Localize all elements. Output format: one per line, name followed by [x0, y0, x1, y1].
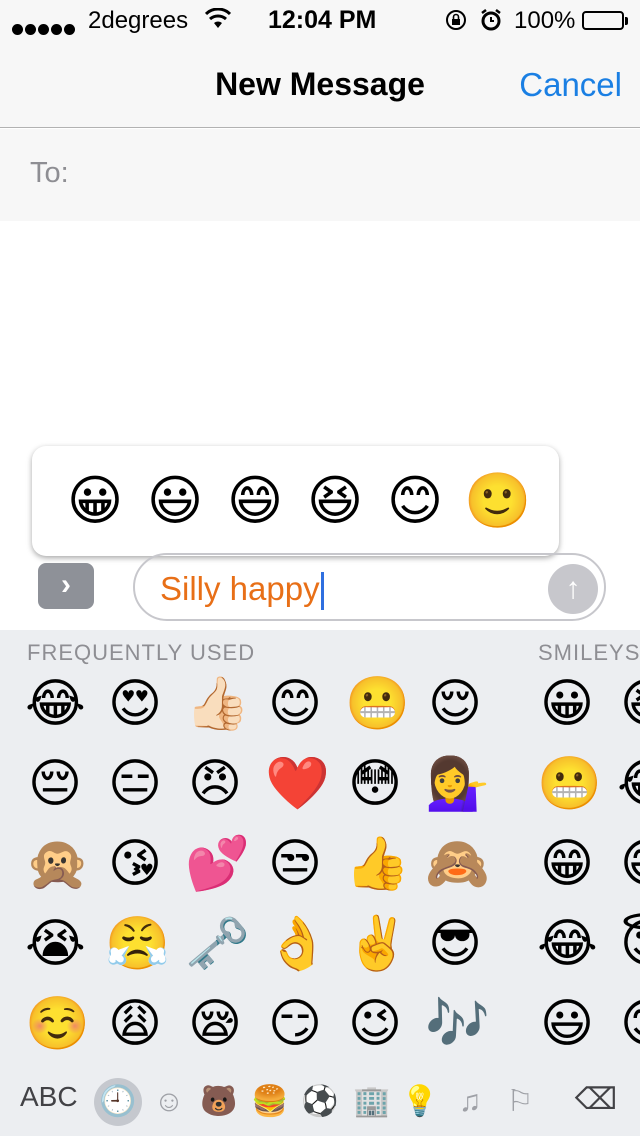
emoji-key[interactable]: 😎: [425, 914, 485, 974]
emoji-key[interactable]: 🙈: [425, 834, 490, 894]
emoji-key[interactable]: ❤️: [265, 754, 330, 814]
emoji-key[interactable]: 😔: [25, 754, 85, 814]
abc-key[interactable]: ABC: [20, 1081, 78, 1113]
status-bar: 2degrees 12:04 PM 100%: [0, 0, 640, 40]
emoji-key[interactable]: 😑: [105, 754, 165, 814]
emoji-key[interactable]: ✌️: [345, 914, 410, 974]
clock-time: 12:04 PM: [268, 6, 377, 34]
alarm-icon: [480, 8, 502, 39]
emoji-key[interactable]: 👌: [265, 914, 330, 974]
emoji-keyboard: FREQUENTLY USED SMILEYS & PEOPLE 😂😍👍🏻😊😬😌…: [0, 630, 640, 1136]
emoji-key[interactable]: 😏: [265, 994, 325, 1054]
flag-icon[interactable]: ⚐: [500, 1082, 540, 1122]
emoji-key[interactable]: 😃: [537, 994, 597, 1054]
emoji-key[interactable]: 🗝️: [185, 914, 250, 974]
building-icon[interactable]: 🏢: [352, 1082, 392, 1122]
symbols-icon[interactable]: ♫: [450, 1082, 490, 1122]
emoji-key[interactable]: 😪: [185, 994, 245, 1054]
navigation-bar: New Message Cancel: [0, 40, 640, 128]
emoji-key[interactable]: 😊: [265, 674, 325, 734]
battery-icon: [582, 11, 628, 30]
emoji-key[interactable]: 😂: [25, 674, 86, 734]
emoji-key[interactable]: 🎶: [425, 994, 490, 1054]
emoji-key[interactable]: ☺️: [25, 994, 90, 1054]
emoji-key[interactable]: 😭: [25, 914, 86, 974]
ball-icon[interactable]: ⚽: [300, 1082, 340, 1122]
suggestion-emoji[interactable]: 😀: [64, 470, 126, 532]
emoji-key[interactable]: 😉: [345, 994, 405, 1054]
signal-strength-icon: [12, 14, 77, 42]
carrier-name: 2degrees: [88, 7, 189, 34]
emoji-key[interactable]: 🙊: [25, 834, 90, 894]
animal-icon[interactable]: 🐻: [199, 1082, 239, 1122]
emoji-key[interactable]: 😆: [617, 674, 640, 734]
emoji-key[interactable]: 😬: [537, 754, 602, 814]
emoji-key[interactable]: 👍🏻: [185, 674, 250, 734]
emoji-key[interactable]: 😇: [617, 914, 640, 974]
emoji-key[interactable]: 👍: [345, 834, 410, 894]
cancel-button[interactable]: Cancel: [519, 66, 622, 104]
wifi-icon: [204, 7, 232, 37]
message-input[interactable]: Silly happy ↑: [133, 553, 606, 621]
food-icon[interactable]: 🍔: [250, 1082, 290, 1122]
emoji-key[interactable]: 😊: [617, 994, 640, 1054]
delete-key[interactable]: ⌫: [572, 1080, 620, 1120]
emoji-key[interactable]: 😩: [105, 994, 165, 1054]
section-label-frequently-used: FREQUENTLY USED: [27, 640, 256, 665]
smiley-icon[interactable]: ☺: [149, 1082, 189, 1122]
rotation-lock-icon: [444, 8, 468, 39]
recipient-field[interactable]: To:: [0, 129, 640, 221]
battery-percentage: 100%: [514, 7, 576, 34]
keyboard-category-bar: ABC 🕘 ☺ 🐻 🍔 ⚽ 🏢 💡 ♫ ⚐ ⌫: [0, 1068, 640, 1136]
recent-clock-icon[interactable]: 🕘: [94, 1078, 142, 1126]
section-label-smileys: SMILEYS & PEOPLE: [538, 640, 640, 665]
emoji-grid: 😂😍👍🏻😊😬😌😔😑😠❤️😳💁‍♀️🙊😘💕😒👍🙈😭😤🗝️👌✌️😎☺️😩😪😏😉🎶😀😆…: [0, 674, 640, 1074]
message-text: Silly happy: [160, 570, 324, 611]
suggestion-emoji[interactable]: 😆: [304, 470, 366, 532]
emoji-key[interactable]: 😍: [105, 674, 165, 734]
emoji-key[interactable]: 😂: [537, 914, 598, 974]
emoji-key[interactable]: 💁‍♀️: [425, 754, 490, 814]
emoji-key[interactable]: 😒: [265, 834, 325, 894]
emoji-suggestion-popup: 😀 😃 😄 😆 😊 🙂: [32, 446, 559, 556]
send-button[interactable]: ↑: [548, 564, 598, 614]
expand-apps-button[interactable]: ›: [38, 563, 94, 609]
emoji-key[interactable]: 😁: [537, 834, 597, 894]
text-caret: [320, 572, 324, 611]
emoji-key[interactable]: 😠: [185, 754, 245, 814]
emoji-key[interactable]: 😂: [617, 754, 640, 814]
recipient-label: To:: [30, 157, 69, 189]
emoji-key[interactable]: 💕: [185, 834, 250, 894]
emoji-key[interactable]: 😌: [425, 674, 485, 734]
suggestion-emoji[interactable]: 😄: [224, 470, 286, 532]
emoji-key[interactable]: 😬: [345, 674, 410, 734]
emoji-key[interactable]: 😀: [537, 674, 597, 734]
suggestion-emoji[interactable]: 😊: [384, 470, 446, 532]
suggestion-emoji[interactable]: 🙂: [464, 470, 531, 532]
emoji-key[interactable]: 😤: [105, 914, 170, 974]
emoji-key[interactable]: 😅: [617, 834, 640, 894]
lightbulb-icon[interactable]: 💡: [400, 1082, 440, 1122]
suggestion-emoji[interactable]: 😃: [144, 470, 206, 532]
emoji-key[interactable]: 😘: [105, 834, 165, 894]
emoji-key[interactable]: 😳: [345, 754, 405, 814]
